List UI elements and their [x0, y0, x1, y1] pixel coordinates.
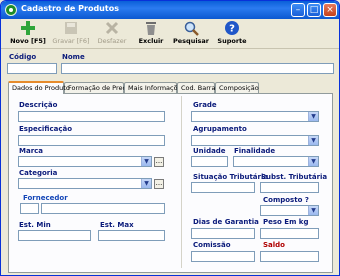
gravar-label: Gravar [F6]: [52, 37, 90, 45]
chevron-down-icon: ▼: [141, 179, 151, 188]
excluir-label: Excluir: [138, 37, 164, 45]
plus-icon: [21, 21, 35, 35]
window-title: Cadastro de Produtos: [21, 4, 119, 13]
close-button[interactable]: ×: [323, 3, 337, 17]
tab-formacao-preco[interactable]: Formação de Preço: [64, 82, 130, 93]
minimize-button[interactable]: –: [291, 3, 305, 17]
grade-label: Grade: [193, 101, 217, 109]
situacao-tributaria-input[interactable]: [191, 182, 255, 193]
main-window: Cadastro de Produtos – □ × Novo [F5] Gra…: [0, 0, 340, 276]
dias-garantia-input[interactable]: [191, 228, 255, 239]
pesquisar-label: Pesquisar: [173, 37, 210, 45]
suporte-button[interactable]: ? Suporte: [217, 20, 247, 48]
fornecedor-label: Fornecedor: [23, 194, 68, 202]
pesquisar-button[interactable]: Pesquisar: [173, 20, 209, 48]
est-min-input[interactable]: [18, 230, 91, 241]
help-icon: ?: [225, 21, 239, 35]
chevron-down-icon: ▼: [308, 136, 318, 145]
chevron-down-icon: ▼: [308, 157, 318, 166]
comissao-label: Comissão: [193, 241, 231, 249]
column-divider: [181, 96, 182, 268]
save-icon: [65, 22, 77, 34]
subst-tributaria-input[interactable]: [260, 182, 319, 193]
categoria-lookup-button[interactable]: ...: [154, 179, 164, 189]
especificacao-input[interactable]: [18, 135, 165, 146]
nome-input[interactable]: [61, 63, 334, 74]
nome-label: Nome: [62, 53, 85, 61]
categoria-select[interactable]: ▼: [18, 178, 152, 189]
categoria-label: Categoria: [19, 169, 58, 177]
composto-select[interactable]: ▼: [260, 205, 319, 216]
fornecedor-nome-input[interactable]: [41, 203, 165, 214]
magnifier-icon: [184, 21, 199, 36]
desfazer-label: Desfazer: [97, 37, 127, 45]
suporte-label: Suporte: [217, 37, 247, 45]
saldo-input[interactable]: [260, 251, 319, 262]
agrupamento-label: Agrupamento: [193, 125, 247, 133]
grade-select[interactable]: ▼: [191, 111, 319, 122]
unidade-label: Unidade: [193, 147, 226, 155]
undo-x-icon: [105, 21, 119, 35]
trash-icon: [146, 22, 156, 35]
codigo-input[interactable]: [7, 63, 57, 74]
marca-lookup-button[interactable]: ...: [154, 157, 164, 167]
est-max-input[interactable]: [98, 230, 165, 241]
finalidade-label: Finalidade: [234, 147, 276, 155]
fornecedor-codigo-input[interactable]: [20, 203, 39, 214]
toolbar: Novo [F5] Gravar [F6] Desfazer Excluir P…: [1, 19, 339, 49]
peso-input[interactable]: [260, 228, 319, 239]
dias-garantia-label: Dias de Garantia: [193, 218, 259, 226]
especificacao-label: Especificação: [19, 125, 72, 133]
gravar-button[interactable]: Gravar [F6]: [51, 20, 91, 48]
peso-label: Peso Em kg: [263, 218, 309, 226]
descricao-input[interactable]: [18, 111, 165, 122]
tab-dados-produto[interactable]: Dados do Produto: [8, 81, 70, 94]
composto-label: Composto ?: [263, 196, 309, 204]
chevron-down-icon: ▼: [141, 157, 151, 166]
tab-cod-barras[interactable]: Cod. Barras: [177, 82, 219, 93]
tab-composicao[interactable]: Composição: [215, 82, 259, 93]
chevron-down-icon: ▼: [308, 206, 318, 215]
finalidade-select[interactable]: ▼: [233, 156, 319, 167]
agrupamento-select[interactable]: ▼: [191, 135, 319, 146]
maximize-button[interactable]: □: [307, 3, 321, 17]
subst-tributaria-label: Subst. Tributária: [261, 173, 328, 181]
svg-text:?: ?: [229, 24, 235, 35]
saldo-label: Saldo: [263, 241, 285, 249]
marca-label: Marca: [19, 147, 44, 155]
novo-label: Novo [F5]: [10, 37, 46, 45]
situacao-tributaria-label: Situação Tributária: [193, 173, 269, 181]
app-icon: [5, 4, 17, 16]
title-bar: Cadastro de Produtos – □ ×: [1, 1, 339, 19]
codigo-label: Código: [9, 53, 37, 61]
desfazer-button[interactable]: Desfazer: [95, 20, 129, 48]
excluir-button[interactable]: Excluir: [137, 20, 165, 48]
comissao-input[interactable]: [191, 251, 255, 262]
novo-button[interactable]: Novo [F5]: [9, 20, 47, 48]
chevron-down-icon: ▼: [308, 112, 318, 121]
tab-mais-informacoes[interactable]: Mais Informações: [124, 82, 185, 93]
est-max-label: Est. Max: [100, 221, 134, 229]
est-min-label: Est. Min: [19, 221, 51, 229]
marca-select[interactable]: ▼: [18, 156, 152, 167]
descricao-label: Descrição: [19, 101, 58, 109]
unidade-input[interactable]: [191, 156, 228, 167]
